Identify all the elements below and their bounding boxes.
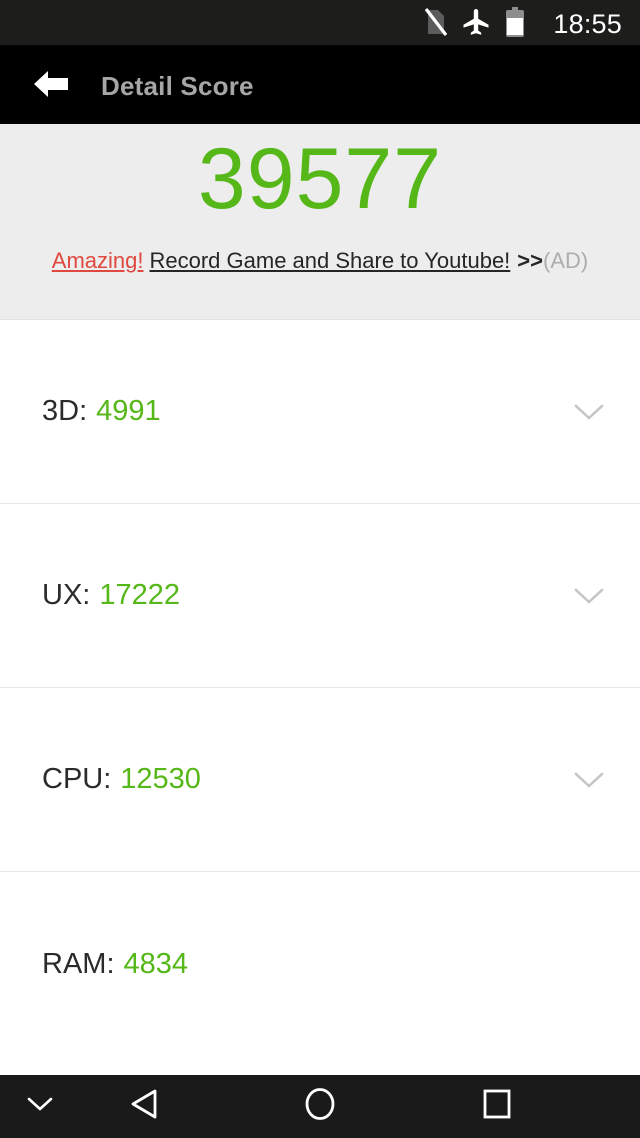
chevron-down-icon[interactable]	[572, 395, 606, 429]
detail-row-ram[interactable]: RAM: 4834	[0, 872, 640, 1056]
antutu-detail-score-screen: 18:55 Detail Score 39577 Amazing! Record…	[0, 0, 640, 1138]
detail-score-list: 3D: 4991 UX: 17222 CPU: 12530 RAM: 4834	[0, 320, 640, 1075]
ad-tag-label: (AD)	[543, 248, 589, 273]
detail-row-ux[interactable]: UX: 17222	[0, 504, 640, 688]
status-bar-notification-area	[0, 0, 232, 48]
nav-recents-button[interactable]	[457, 1075, 537, 1138]
ad-highlight-text: Amazing!	[51, 248, 144, 273]
system-navigation-bar	[0, 1075, 640, 1138]
nav-back-button[interactable]	[104, 1075, 184, 1138]
detail-row-value: 4991	[96, 395, 161, 427]
triangle-back-icon	[129, 1088, 159, 1125]
no-sim-icon	[425, 7, 448, 41]
detail-row-content: RAM: 4834	[42, 947, 189, 980]
nav-hide-keyboard-button[interactable]	[0, 1075, 80, 1138]
chevron-down-icon[interactable]	[572, 579, 606, 613]
airplane-mode-icon	[461, 7, 491, 42]
detail-row-value: 4834	[123, 947, 189, 980]
detail-row-cpu[interactable]: CPU: 12530	[0, 688, 640, 872]
status-bar-clock: 18:55	[553, 8, 622, 39]
ad-message-text: Record Game and Share to Youtube!	[149, 248, 511, 273]
score-panel: 39577 Amazing! Record Game and Share to …	[0, 124, 640, 320]
back-arrow-icon	[32, 69, 70, 104]
detail-row-content: UX: 17222	[42, 581, 180, 610]
page-title: Detail Score	[101, 70, 254, 101]
title-bar: Detail Score	[0, 48, 640, 124]
status-bar-icons: 18:55	[425, 6, 622, 42]
ad-banner[interactable]: Amazing! Record Game and Share to Youtub…	[52, 250, 588, 272]
detail-row-label: CPU:	[42, 763, 112, 795]
chevron-down-icon	[27, 1096, 53, 1117]
back-button[interactable]	[30, 65, 72, 107]
detail-row-content: CPU: 12530	[42, 765, 201, 794]
detail-row-3d[interactable]: 3D: 4991	[0, 320, 640, 504]
detail-row-label: UX:	[42, 579, 91, 611]
total-score: 39577	[197, 131, 443, 227]
nav-home-button[interactable]	[280, 1075, 360, 1138]
status-bar: 18:55	[0, 0, 640, 48]
detail-row-value: 17222	[99, 579, 180, 611]
detail-row-value: 12530	[120, 763, 201, 795]
detail-row-content: 3D: 4991	[42, 397, 161, 426]
circle-home-icon	[304, 1087, 336, 1126]
battery-icon	[505, 6, 525, 42]
chevron-down-icon[interactable]	[572, 763, 606, 797]
detail-row-label: 3D:	[42, 395, 88, 427]
ad-arrows-icon: >>	[517, 248, 543, 273]
detail-row-label: RAM:	[42, 947, 115, 980]
square-recents-icon	[482, 1088, 512, 1125]
